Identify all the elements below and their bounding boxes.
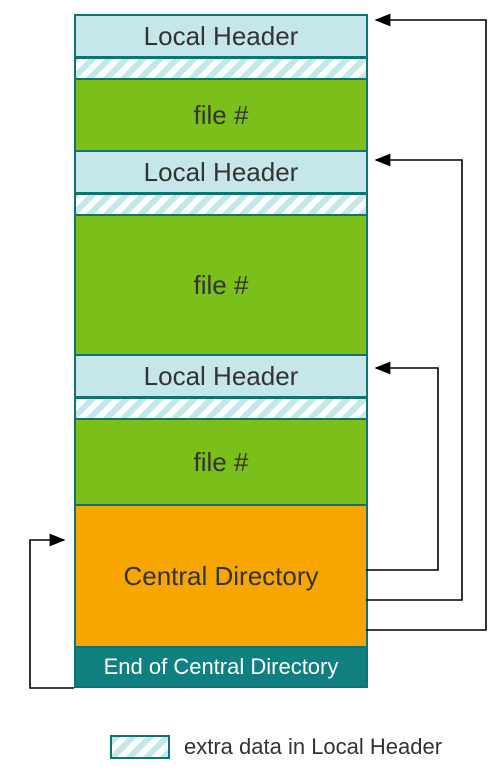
arrow-cd-to-lh1 [366, 20, 486, 630]
arrow-cd-to-lh2 [366, 160, 462, 600]
zip-layout-diagram: Local Header file # Local Header file # … [74, 14, 368, 688]
extra-data-block-2 [76, 194, 366, 216]
legend-swatch-icon [110, 735, 170, 759]
arrow-eocd-to-cd [30, 540, 74, 688]
local-header-block-2: Local Header [76, 152, 366, 194]
arrow-cd-to-lh3 [366, 368, 438, 570]
legend-label: extra data in Local Header [184, 734, 442, 760]
end-of-central-directory-block: End of Central Directory [76, 648, 366, 686]
file-block-1: file # [76, 80, 366, 152]
local-header-block-1: Local Header [76, 16, 366, 58]
local-header-block-3: Local Header [76, 356, 366, 398]
extra-data-block-1 [76, 58, 366, 80]
file-block-3: file # [76, 420, 366, 506]
central-directory-block: Central Directory [76, 506, 366, 648]
legend: extra data in Local Header [110, 734, 442, 760]
file-block-2: file # [76, 216, 366, 356]
extra-data-block-3 [76, 398, 366, 420]
